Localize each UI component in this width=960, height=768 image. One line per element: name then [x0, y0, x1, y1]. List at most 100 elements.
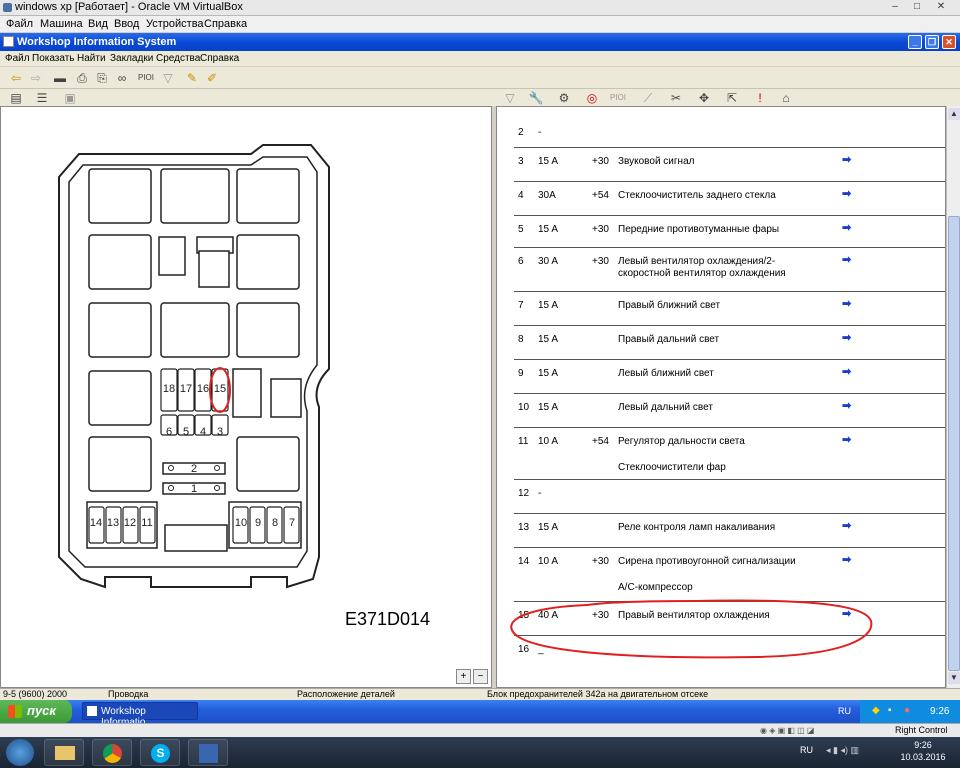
fuse-row[interactable]: 8 15 A Правый дальний свет ➡ [514, 325, 945, 359]
note-icon[interactable]: ✐ [204, 70, 220, 86]
link-arrow-icon[interactable]: ➡ [842, 433, 851, 446]
link-arrow-icon[interactable]: ➡ [842, 553, 851, 566]
chrome-icon[interactable] [92, 739, 132, 766]
fuse-box-diagram: 18 17 16 15 6 5 4 3 2 1 14 13 12 11 10 9… [58, 144, 430, 629]
win7-language[interactable]: RU [800, 745, 813, 755]
fuse-row[interactable]: 3 15 A +30 Звуковой сигнал ➡ [514, 147, 945, 181]
vertical-scrollbar[interactable]: ▲ ▼ [946, 106, 960, 688]
tools-icon[interactable]: ✂ [668, 90, 684, 106]
fuse-row[interactable]: 12- [514, 479, 945, 513]
maximize-icon[interactable]: □ [910, 1, 924, 13]
app-minimize-icon[interactable]: _ [908, 35, 922, 49]
start-label: пуск [27, 703, 56, 718]
scroll-up-icon[interactable]: ▲ [948, 108, 960, 120]
link-arrow-icon[interactable]: ➡ [842, 607, 851, 620]
screen: windows xp [Работает] - Oracle VM Virtua… [0, 0, 960, 768]
tool-icon[interactable]: ⟋ [640, 90, 656, 106]
fuse-label-6: 6 [166, 426, 172, 438]
link-arrow-icon[interactable]: ➡ [842, 331, 851, 344]
document-icon[interactable]: ▤ [8, 90, 24, 106]
fuse-row[interactable]: 4 30A +54 Стеклоочиститель заднего стекла ➡ [514, 181, 945, 215]
app-menu-tools[interactable]: Средства [156, 53, 200, 64]
app-menu-bookmarks[interactable]: Закладки [110, 53, 153, 64]
fuse-number: 16 [518, 644, 530, 655]
host-menu-file[interactable]: Файл [6, 18, 33, 30]
link-arrow-icon[interactable]: ➡ [842, 519, 851, 532]
xp-language[interactable]: RU [838, 706, 851, 716]
list-icon[interactable]: ☰ [34, 90, 50, 106]
app-restore-icon[interactable]: ❐ [925, 35, 939, 49]
fuse-row[interactable]: 16 _ [514, 635, 945, 675]
scrollbar-thumb[interactable] [948, 216, 960, 671]
close-icon[interactable]: ✕ [934, 1, 948, 13]
host-menu-machine[interactable]: Машина [40, 18, 83, 30]
fuse-row[interactable]: 14 10 A +30 Сирена противоугонной сигнализа… [514, 547, 945, 601]
pi-icon[interactable]: PIOI [138, 70, 154, 86]
engine-icon[interactable]: ⚙ [556, 90, 572, 106]
zoom-out-icon[interactable]: − [473, 669, 488, 684]
taskbar-item-workshop[interactable]: Workshop Informatio... [82, 702, 198, 728]
fuse-number: 14 [518, 556, 530, 567]
network-icon[interactable]: ▪ [888, 705, 892, 716]
explorer-icon[interactable] [44, 739, 84, 766]
print-preview-icon[interactable]: ⎘ [94, 70, 110, 86]
image-icon[interactable]: ▣ [62, 90, 78, 106]
fuse-row[interactable]: 9 15 A Левый ближний свет ➡ [514, 359, 945, 393]
print-icon[interactable]: ⎙ [74, 70, 90, 86]
car-icon[interactable]: ▬ [52, 70, 68, 86]
scroll-down-icon[interactable]: ▼ [948, 672, 960, 684]
fuse-rating: 15 A [538, 156, 559, 167]
link-arrow-icon[interactable]: ➡ [842, 187, 851, 200]
link-arrow-icon[interactable]: ➡ [842, 399, 851, 412]
pencil-icon[interactable]: ✎ [184, 70, 200, 86]
link-arrow-icon[interactable]: ➡ [842, 365, 851, 378]
fuse-number: 10 [518, 402, 530, 413]
tray-icons[interactable]: ◂ ▮ ◂) ▥ [826, 745, 859, 756]
fuse-row[interactable]: 6 30 A +30 Левый вентилятор охлаждения/2- ск… [514, 247, 945, 291]
shield-icon[interactable]: ◆ [872, 705, 880, 716]
host-menu-view[interactable]: Вид [88, 18, 108, 30]
app-menu-file[interactable]: Файл [5, 53, 30, 64]
host-menu-help[interactable]: Справка [204, 18, 247, 30]
fuse-row[interactable]: 10 15 A Левый дальний свет ➡ [514, 393, 945, 427]
move-icon[interactable]: ✥ [696, 90, 712, 106]
settings-icon[interactable]: ⌂ [778, 90, 794, 106]
wrench-icon[interactable]: 🔧 [528, 90, 544, 106]
pi-small-icon[interactable]: PIOI [610, 90, 626, 106]
app-window-title-bar: Workshop Information System _ ❐ ✕ [0, 33, 960, 51]
fuse-row[interactable]: 11 10 A +54 Регулятор дальности света Стекло… [514, 427, 945, 479]
link-arrow-icon[interactable]: ➡ [842, 153, 851, 166]
minimize-icon[interactable]: – [888, 1, 902, 13]
forward-icon[interactable]: ⇨ [28, 70, 44, 86]
start-button[interactable]: пуск [0, 700, 72, 723]
win7-start-orb[interactable] [6, 739, 34, 766]
fuse-row[interactable]: 7 15 A Правый ближний свет ➡ [514, 291, 945, 325]
fuse-rating: 15 A [538, 368, 559, 379]
warning-icon[interactable]: ! [752, 90, 768, 106]
app-close-icon[interactable]: ✕ [942, 35, 956, 49]
fuse-row[interactable]: 5 15 A +30 Передние противотуманные фары ➡ [514, 215, 945, 247]
virtualbox-taskbar-icon[interactable] [188, 739, 228, 766]
alert-icon[interactable]: ● [904, 705, 910, 716]
fuse-row[interactable]: 2- [514, 109, 945, 145]
host-menu-devices[interactable]: Устройства [146, 18, 204, 30]
host-menu-input[interactable]: Ввод [114, 18, 139, 30]
link-arrow-icon[interactable]: ➡ [842, 297, 851, 310]
lift-icon[interactable]: ▽ [502, 90, 518, 106]
skype-icon[interactable]: S [140, 739, 180, 766]
app-menu-help[interactable]: Справка [200, 53, 239, 64]
export-icon[interactable]: ⇱ [724, 90, 740, 106]
binoculars-icon[interactable]: ∞ [114, 70, 130, 86]
link-arrow-icon[interactable]: ➡ [842, 221, 851, 234]
link-arrow-icon[interactable]: ➡ [842, 253, 851, 266]
fuse-row[interactable]: 15 40 A +30 Правый вентилятор охлаждения ➡ [514, 601, 945, 635]
zoom-in-icon[interactable]: + [456, 669, 471, 684]
fuse-row[interactable]: 13 15 A Реле контроля ламп накаливания ➡ [514, 513, 945, 547]
win7-clock[interactable]: 9:26 10.03.2016 [893, 739, 953, 763]
filter-icon[interactable]: ▽ [160, 70, 176, 86]
app-menu-find[interactable]: Найти [77, 53, 106, 64]
fuse-number: 12 [518, 488, 530, 499]
app-menu-show[interactable]: Показать [32, 53, 75, 64]
back-icon[interactable]: ⇦ [8, 70, 24, 86]
wheel-icon[interactable]: ◎ [584, 90, 600, 106]
